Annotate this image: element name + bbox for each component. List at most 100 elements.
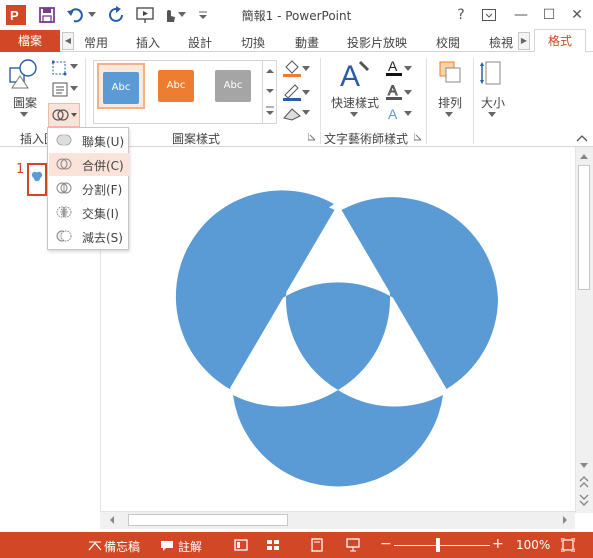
- shape-style-2[interactable]: Abc: [154, 63, 202, 109]
- text-box-icon[interactable]: [52, 82, 72, 98]
- merge-shapes-button[interactable]: [48, 103, 80, 127]
- slideshow-icon[interactable]: [136, 6, 154, 24]
- text-outline-dropdown-icon[interactable]: [404, 90, 412, 96]
- shapes-button-label[interactable]: 圖案: [13, 94, 37, 111]
- svg-text:A: A: [388, 82, 398, 98]
- maximize-button[interactable]: ☐: [538, 4, 560, 26]
- edit-shape-icon[interactable]: [52, 60, 72, 76]
- intersect-icon: [56, 206, 72, 218]
- slide-number: 1: [16, 162, 25, 177]
- gallery-scroll[interactable]: [262, 61, 276, 123]
- tab-scroll-right[interactable]: ▶: [518, 32, 530, 50]
- tab-home[interactable]: 常用: [84, 34, 108, 51]
- zoom-slider-thumb[interactable]: [436, 538, 440, 552]
- undo-dropdown-icon[interactable]: [88, 12, 96, 18]
- zoom-slider[interactable]: [394, 545, 490, 546]
- tab-insert[interactable]: 插入: [136, 34, 160, 51]
- shape-outline-dropdown-icon[interactable]: [302, 90, 310, 96]
- arrange-dropdown-icon[interactable]: [445, 112, 453, 118]
- horizontal-scroll-thumb[interactable]: [128, 514, 288, 526]
- powerpoint-logo-icon[interactable]: P: [6, 5, 26, 25]
- close-button[interactable]: ✕: [566, 4, 588, 26]
- shape-style-1[interactable]: Abc: [97, 63, 145, 109]
- collapse-ribbon-icon[interactable]: [576, 134, 588, 142]
- menu-item-fragment-label: 分割(F): [82, 183, 123, 197]
- normal-view-icon[interactable]: [234, 539, 248, 551]
- size-icon[interactable]: [480, 60, 504, 86]
- zoom-out-button[interactable]: −: [380, 536, 392, 552]
- text-effects-icon[interactable]: A: [385, 105, 403, 123]
- text-outline-icon[interactable]: A: [385, 82, 403, 102]
- tab-view[interactable]: 檢視: [489, 34, 513, 51]
- menu-item-subtract-label: 減去(S): [82, 231, 123, 245]
- quick-styles-label[interactable]: 快速樣式: [331, 94, 379, 111]
- svg-text:A: A: [388, 58, 398, 74]
- menu-item-combine[interactable]: 合併(C): [49, 153, 129, 176]
- shape-style-3[interactable]: Abc: [211, 63, 259, 109]
- shape-fill-dropdown-icon[interactable]: [302, 66, 310, 72]
- text-box-dropdown-icon[interactable]: [70, 86, 78, 92]
- tab-animations[interactable]: 動畫: [295, 34, 319, 51]
- scroll-right-icon[interactable]: [561, 515, 569, 525]
- menu-item-fragment[interactable]: 分割(F): [49, 177, 129, 200]
- zoom-in-button[interactable]: +: [492, 536, 504, 552]
- tab-scroll-left[interactable]: ◀: [62, 32, 74, 50]
- shape-effects-dropdown-icon[interactable]: [302, 110, 310, 116]
- reading-view-icon[interactable]: [311, 538, 323, 552]
- svg-text:P: P: [10, 8, 19, 23]
- quick-styles-icon[interactable]: A: [338, 58, 370, 92]
- shape-effects-icon[interactable]: [282, 106, 302, 122]
- slide-thumbnail[interactable]: [27, 163, 47, 196]
- shapes-icon[interactable]: [8, 58, 40, 90]
- wordart-group-label: 文字藝術師樣式: [324, 132, 409, 146]
- tab-transitions[interactable]: 切換: [241, 34, 265, 51]
- shape-style-1-label: Abc: [103, 72, 139, 104]
- arrange-icon[interactable]: [438, 60, 462, 86]
- size-label[interactable]: 大小: [481, 94, 505, 111]
- slide-sorter-icon[interactable]: [266, 539, 280, 551]
- shape-styles-launcher-icon[interactable]: [308, 133, 316, 141]
- undo-icon[interactable]: [66, 6, 84, 24]
- edit-shape-dropdown-icon[interactable]: [70, 64, 78, 70]
- vertical-scroll-thumb[interactable]: [578, 165, 590, 290]
- tab-file[interactable]: 檔案: [0, 30, 60, 52]
- size-dropdown-icon[interactable]: [488, 112, 496, 118]
- arrange-label[interactable]: 排列: [438, 94, 462, 111]
- customize-toolbar-icon[interactable]: [198, 10, 208, 20]
- redo-icon[interactable]: [108, 6, 126, 24]
- text-effects-dropdown-icon[interactable]: [404, 111, 412, 117]
- comments-button[interactable]: 註解: [178, 538, 202, 555]
- tab-slideshow[interactable]: 投影片放映: [347, 34, 407, 51]
- scroll-left-icon[interactable]: [108, 515, 116, 525]
- shape-style-3-label: Abc: [215, 70, 251, 102]
- tab-format[interactable]: 格式: [534, 29, 586, 53]
- text-fill-dropdown-icon[interactable]: [404, 66, 412, 72]
- menu-item-subtract[interactable]: 減去(S): [49, 225, 129, 248]
- fit-slide-icon[interactable]: [561, 538, 575, 552]
- touch-dropdown-icon[interactable]: [178, 12, 186, 18]
- slideshow-view-icon[interactable]: [346, 538, 360, 552]
- menu-item-intersect-label: 交集(I): [82, 207, 119, 221]
- notes-button[interactable]: 備忘稿: [104, 538, 140, 555]
- wordart-launcher-icon[interactable]: [414, 133, 422, 141]
- quick-styles-dropdown-icon[interactable]: [350, 112, 358, 118]
- menu-item-union[interactable]: 聯集(U): [49, 129, 129, 152]
- ribbon-display-button[interactable]: [478, 4, 500, 26]
- shape-outline-icon[interactable]: [282, 82, 302, 102]
- shapes-dropdown-icon[interactable]: [20, 112, 28, 118]
- save-icon[interactable]: [38, 6, 56, 24]
- help-button[interactable]: ?: [450, 4, 472, 26]
- previous-slide-icon[interactable]: [579, 476, 589, 488]
- tab-design[interactable]: 設計: [188, 34, 212, 51]
- text-fill-icon[interactable]: A: [385, 58, 403, 78]
- shape-fill-icon[interactable]: [282, 58, 302, 78]
- scroll-down-icon[interactable]: [579, 462, 589, 470]
- tab-review[interactable]: 校閱: [436, 34, 460, 51]
- menu-item-intersect[interactable]: 交集(I): [49, 201, 129, 224]
- next-slide-icon[interactable]: [579, 494, 589, 506]
- zoom-level[interactable]: 100%: [516, 538, 550, 552]
- venn-merged-shape[interactable]: [101, 148, 575, 510]
- minimize-button[interactable]: —: [510, 4, 532, 26]
- notes-icon: [88, 541, 102, 551]
- scroll-up-icon[interactable]: [579, 152, 589, 160]
